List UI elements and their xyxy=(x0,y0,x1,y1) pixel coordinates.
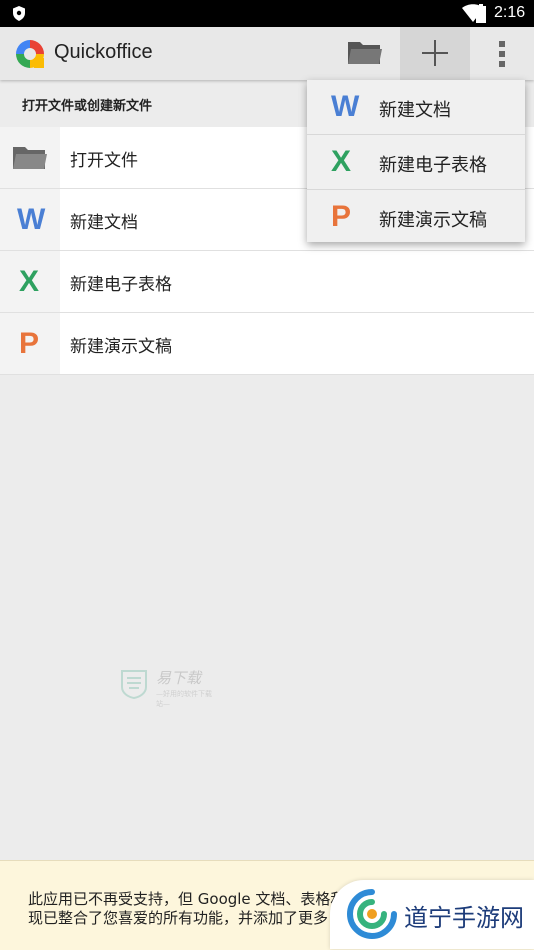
menu-item-new-presentation[interactable]: P 新建演示文稿 xyxy=(307,190,525,244)
site-badge: 道宁手游网 xyxy=(330,880,534,949)
app-bar: Quickoffice xyxy=(0,27,534,80)
list-item-new-spreadsheet[interactable]: X 新建电子表格 xyxy=(0,251,534,313)
watermark-text: 易下载 xyxy=(156,669,202,687)
shield-icon xyxy=(13,6,25,21)
clock: 2:16 xyxy=(494,4,526,21)
menu-item-label: 新建演示文稿 xyxy=(379,210,487,231)
icon-box: X xyxy=(0,251,60,312)
menu-item-new-spreadsheet[interactable]: X 新建电子表格 xyxy=(307,135,525,190)
badge-text: 道宁手游网 xyxy=(404,904,524,932)
battery-icon xyxy=(476,4,486,23)
watermark-logo-icon xyxy=(121,670,147,699)
icon-box: W xyxy=(0,189,60,250)
list-item-label: 新建文档 xyxy=(70,213,138,233)
list-item-new-presentation[interactable]: P 新建演示文稿 xyxy=(0,313,534,375)
section-header: 打开文件或创建新文件 xyxy=(22,99,153,114)
powerpoint-icon: P xyxy=(19,327,40,360)
watermark: 易下载 —好用的软件下载站— xyxy=(118,667,218,708)
word-icon: W xyxy=(17,203,46,236)
notice-line-2: 现已整合了您喜爱的所有功能，并添加了更多 xyxy=(28,909,329,927)
icon-box: P xyxy=(0,313,60,374)
list-item-label: 打开文件 xyxy=(70,151,138,171)
status-bar: 2:16 xyxy=(0,0,534,27)
icon-box xyxy=(0,127,60,188)
powerpoint-icon: P xyxy=(331,200,352,233)
swirl-logo-icon xyxy=(347,889,397,939)
menu-item-label: 新建文档 xyxy=(379,100,451,121)
watermark-subtext: —好用的软件下载站— xyxy=(156,690,212,708)
folder-icon xyxy=(13,147,47,169)
word-icon: W xyxy=(331,90,360,123)
list-item-label: 新建演示文稿 xyxy=(70,337,172,357)
plus-icon xyxy=(422,40,448,66)
app-title: Quickoffice xyxy=(54,41,153,63)
add-button[interactable] xyxy=(400,27,470,80)
new-file-dropdown-menu: W 新建文档 X 新建电子表格 P 新建演示文稿 xyxy=(307,80,525,242)
menu-item-label: 新建电子表格 xyxy=(379,155,487,176)
overflow-menu-button[interactable] xyxy=(476,27,528,80)
excel-icon: X xyxy=(331,145,352,178)
menu-item-new-document[interactable]: W 新建文档 xyxy=(307,80,525,135)
folder-icon xyxy=(348,42,382,64)
quickoffice-logo-icon xyxy=(16,40,44,68)
more-vert-icon xyxy=(499,41,505,67)
open-folder-button[interactable] xyxy=(338,27,390,80)
excel-icon: X xyxy=(19,265,40,298)
list-item-label: 新建电子表格 xyxy=(70,275,172,295)
